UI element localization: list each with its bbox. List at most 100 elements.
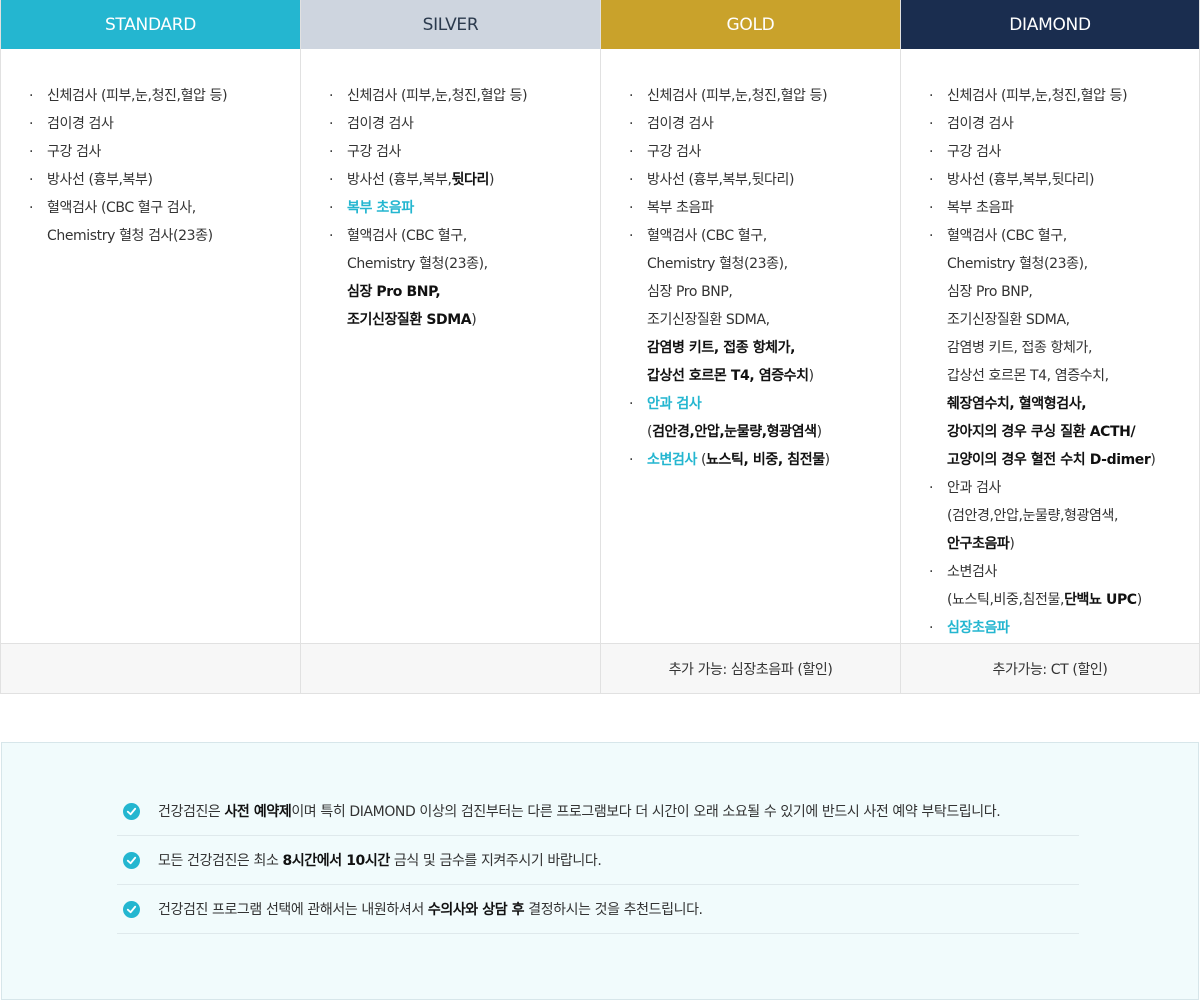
text-segment: 신체검사 (피부,눈,청진,혈압 등) [347, 88, 528, 104]
bullet-icon: · [929, 228, 934, 244]
bullet-icon: · [929, 144, 934, 160]
list-item: · 검이경 검사 [629, 110, 900, 138]
bold-text: 감염병 키트, 접종 항체가, [647, 340, 796, 356]
bullet-icon: · [29, 88, 34, 104]
bullet-icon: · [629, 144, 634, 160]
highlight-text: 안과 검사 [647, 396, 702, 412]
item-line: 검이경 검사 [947, 110, 1199, 138]
item-line: 방사선 (흉부,복부) [47, 166, 300, 194]
list-item: · 복부 초음파 [629, 194, 900, 222]
list-item: · 안과 검사 (검안경,안압,눈물량,형광염색) [629, 390, 900, 446]
text-segment: 혈액검사 (CBC 혈구, [347, 228, 467, 244]
plan-comparison-table: STANDARD · 신체검사 (피부,눈,청진,혈압 등) · 검이경 검사 · 구강 검… [0, 0, 1200, 694]
list-item: · 검이경 검사 [329, 110, 600, 138]
notice-list: 건강검진은 사전 예약제이며 특히 DIAMOND 이상의 검진부터는 다른 프… [117, 787, 1079, 934]
plan-items: · 신체검사 (피부,눈,청진,혈압 등) · 검이경 검사 · 구강 검사 · 방사선 (흉… [1, 49, 300, 643]
list-item: · 구강 검사 [629, 138, 900, 166]
item-line: 복부 초음파 [647, 194, 900, 222]
text-segment: 신체검사 (피부,눈,청진,혈압 등) [947, 88, 1128, 104]
text-segment: ) [824, 452, 830, 468]
item-line: 강아지의 경우 쿠싱 질환 ACTH/ [947, 418, 1199, 446]
item-line: Chemistry 혈청 검사(23종) [47, 222, 300, 250]
bullet-icon: · [629, 172, 634, 188]
item-line: 방사선 (흉부,복부,뒷다리) [347, 166, 600, 194]
text-segment: 검이경 검사 [947, 116, 1014, 132]
bullet-icon: · [629, 452, 634, 468]
bullet-icon: · [329, 228, 334, 244]
check-circle-icon [123, 851, 140, 869]
bullet-icon: · [329, 172, 334, 188]
text-segment: (뇨스틱,비중,침전물, [947, 592, 1065, 608]
highlight-text: 소변검사 [647, 452, 697, 468]
item-line: 조기신장질환 SDMA, [647, 306, 900, 334]
item-line: 방사선 (흉부,복부,뒷다리) [647, 166, 900, 194]
item-list: · 신체검사 (피부,눈,청진,혈압 등) · 검이경 검사 · 구강 검사 · 방사선 (흉… [629, 82, 900, 474]
plan-footer-note [301, 643, 600, 693]
item-line: 구강 검사 [647, 138, 900, 166]
text-segment: (검안경,안압,눈물량,형광염색, [947, 508, 1119, 524]
text-segment: 검이경 검사 [347, 116, 414, 132]
list-item: · 소변검사 (뇨스틱,비중,침전물,단백뇨 UPC) [929, 558, 1199, 614]
list-item: · 복부 초음파 [929, 194, 1199, 222]
list-item: · 방사선 (흉부,복부) [29, 166, 300, 194]
bullet-icon: · [329, 144, 334, 160]
item-line: 췌장염수치, 혈액형검사, [947, 390, 1199, 418]
plan-header[interactable]: SILVER [301, 0, 600, 49]
text-segment: 구강 검사 [347, 144, 401, 160]
bullet-icon: · [929, 564, 934, 580]
item-line: 심장초음파 [947, 614, 1199, 642]
plan-items: · 신체검사 (피부,눈,청진,혈압 등) · 검이경 검사 · 구강 검사 · 방사선 (흉… [901, 49, 1199, 643]
item-line: 갑상선 호르몬 T4, 염증수치, [947, 362, 1199, 390]
text-segment: 건강검진 프로그램 선택에 관해서는 내원하셔서 [158, 902, 428, 918]
plan-header[interactable]: STANDARD [1, 0, 300, 49]
text-segment: 복부 초음파 [647, 200, 714, 216]
bold-text: 뇨스틱, 비중, 침전물 [706, 452, 825, 468]
list-item: · 복부 초음파 [329, 194, 600, 222]
item-line: Chemistry 혈청(23종), [347, 250, 600, 278]
text-segment: 금식 및 금수를 지켜주시기 바랍니다. [389, 853, 602, 869]
notice-item: 건강검진은 사전 예약제이며 특히 DIAMOND 이상의 검진부터는 다른 프… [117, 787, 1079, 836]
list-item: · 신체검사 (피부,눈,청진,혈압 등) [29, 82, 300, 110]
plan-items: · 신체검사 (피부,눈,청진,혈압 등) · 검이경 검사 · 구강 검사 · 방사선 (흉… [601, 49, 900, 643]
item-line: 심장 Pro BNP, [647, 278, 900, 306]
plan-column-gold: GOLD · 신체검사 (피부,눈,청진,혈압 등) · 검이경 검사 · 구강 검사 · 방사… [600, 0, 900, 694]
item-list: · 신체검사 (피부,눈,청진,혈압 등) · 검이경 검사 · 구강 검사 · 방사선 (흉… [929, 82, 1199, 642]
list-item: · 신체검사 (피부,눈,청진,혈압 등) [329, 82, 600, 110]
notice-text: 모든 건강검진은 최소 8시간에서 10시간 금식 및 금수를 지켜주시기 바랍… [158, 850, 602, 870]
bullet-icon: · [629, 228, 634, 244]
item-line: 구강 검사 [47, 138, 300, 166]
plan-items: · 신체검사 (피부,눈,청진,혈압 등) · 검이경 검사 · 구강 검사 · 방사선 (흉… [301, 49, 600, 643]
notice-text: 건강검진은 사전 예약제이며 특히 DIAMOND 이상의 검진부터는 다른 프… [158, 801, 1001, 821]
list-item: · 구강 검사 [29, 138, 300, 166]
text-segment: 심장 Pro BNP, [647, 284, 733, 300]
item-line: 소변검사 (뇨스틱, 비중, 침전물) [647, 446, 900, 474]
bold-text: 고양이의 경우 혈전 수치 D-dimer [947, 452, 1151, 468]
item-line: (검안경,안압,눈물량,형광염색) [647, 418, 900, 446]
item-line: 혈액검사 (CBC 혈구, [347, 222, 600, 250]
bold-text: 검안경,안압,눈물량,형광염색 [652, 424, 817, 440]
plan-header[interactable]: GOLD [601, 0, 900, 49]
list-item: · 혈액검사 (CBC 혈구, Chemistry 혈청(23종), 심장 Pro B… [329, 222, 600, 334]
bullet-icon: · [629, 200, 634, 216]
text-segment: ( [696, 452, 707, 468]
check-circle-icon [123, 802, 140, 820]
list-item: · 혈액검사 (CBC 혈구 검사, Chemistry 혈청 검사(23종) [29, 194, 300, 250]
bold-text: 사전 예약제 [224, 804, 292, 820]
bullet-icon: · [29, 144, 34, 160]
item-line: 안과 검사 [947, 474, 1199, 502]
item-line: 검이경 검사 [647, 110, 900, 138]
notice-item: 모든 건강검진은 최소 8시간에서 10시간 금식 및 금수를 지켜주시기 바랍… [117, 836, 1079, 885]
item-line: 혈액검사 (CBC 혈구 검사, [47, 194, 300, 222]
text-segment: 안과 검사 [947, 480, 1001, 496]
item-line: 신체검사 (피부,눈,청진,혈압 등) [647, 82, 900, 110]
text-segment: 감염병 키트, 접종 항체가, [947, 340, 1093, 356]
plan-header[interactable]: DIAMOND [901, 0, 1199, 49]
text-segment: ) [1150, 452, 1156, 468]
item-line: 혈액검사 (CBC 혈구, [947, 222, 1199, 250]
text-segment: ) [808, 368, 814, 384]
text-segment: 신체검사 (피부,눈,청진,혈압 등) [47, 88, 228, 104]
text-segment: 혈액검사 (CBC 혈구 검사, [47, 200, 196, 216]
bullet-icon: · [929, 172, 934, 188]
text-segment: Chemistry 혈청(23종), [647, 256, 788, 272]
list-item: · 혈액검사 (CBC 혈구, Chemistry 혈청(23종), 심장 Pro B… [929, 222, 1199, 474]
